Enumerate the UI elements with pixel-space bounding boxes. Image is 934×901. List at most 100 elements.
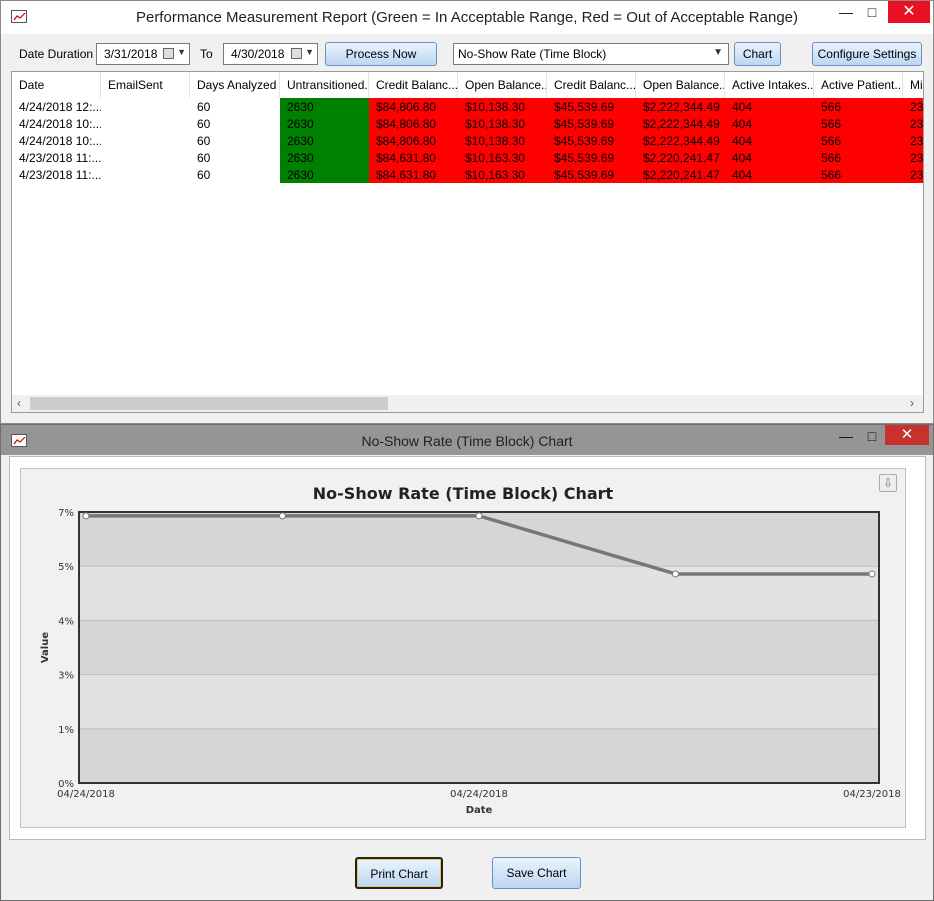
table-cell: $2,220,241.47 (636, 166, 725, 183)
date-duration-label: Date Duration (19, 47, 94, 61)
table-cell: $45,539.69 (547, 115, 636, 132)
close-icon[interactable]: ✕ (888, 1, 930, 23)
save-chart-button[interactable]: Save Chart (492, 857, 581, 889)
column-header[interactable]: Date (12, 72, 101, 98)
calendar-icon[interactable] (163, 48, 174, 59)
table-row[interactable]: 4/23/2018 11:... 60 2630 $84,631.80 $10,163.… (12, 149, 923, 166)
scrollbar-thumb[interactable] (30, 397, 388, 410)
table-cell: 2630 (280, 149, 369, 166)
table-cell: 60 (197, 100, 211, 114)
calendar-icon[interactable] (291, 48, 302, 59)
from-date-value: 3/31/2018 (104, 47, 158, 61)
configure-settings-button[interactable]: Configure Settings (812, 42, 922, 66)
table-row[interactable]: 4/24/2018 12:... 60 2630 $84,806.80 $10,138.… (12, 98, 923, 115)
table-cell: $45,539.69 (547, 98, 636, 115)
report-toolbar: Date Duration 3/31/2018 ▼ To 4/30/2018 ▼… (1, 42, 934, 68)
table-cell: $2,220,241.47 (636, 149, 725, 166)
table-cell: $10,163.30 (458, 166, 547, 183)
from-date-picker[interactable]: 3/31/2018 ▼ (96, 43, 190, 65)
chart-button[interactable]: Chart (734, 42, 781, 66)
column-header[interactable]: Mi (903, 72, 923, 98)
chart-window-title: No-Show Rate (Time Block) Chart (361, 433, 573, 449)
maximize-icon[interactable]: □ (857, 1, 887, 23)
y-tick-label: 5% (58, 562, 74, 573)
x-tick-label: 04/23/2018 (843, 789, 901, 800)
table-cell: 4/23/2018 11:... (19, 168, 101, 182)
table-cell: 404 (725, 98, 814, 115)
table-cell: $10,138.30 (458, 115, 547, 132)
to-label: To (200, 47, 213, 61)
scroll-right-icon[interactable]: › (910, 396, 914, 410)
table-cell: 404 (725, 115, 814, 132)
table-cell: 2630 (280, 115, 369, 132)
table-cell: 2630 (280, 98, 369, 115)
table-cell: 23 (903, 132, 923, 149)
y-axis-label: Value (40, 632, 51, 663)
table-cell: 404 (725, 149, 814, 166)
table-cell (101, 98, 190, 115)
report-grid[interactable]: Date EmailSent Days Analyzed Untransitioned… (11, 71, 924, 413)
column-header[interactable]: Open Balance... (458, 72, 547, 98)
column-header[interactable]: EmailSent (101, 72, 190, 98)
column-header[interactable]: Days Analyzed (190, 72, 280, 98)
y-tick-label: 1% (58, 725, 74, 736)
table-cell: 566 (814, 132, 903, 149)
table-cell: $84,806.80 (369, 115, 458, 132)
column-header[interactable]: Credit Balanc... (369, 72, 458, 98)
table-cell: 23 (903, 98, 923, 115)
table-cell: $45,539.69 (547, 149, 636, 166)
table-cell (101, 115, 190, 132)
process-now-button[interactable]: Process Now (325, 42, 437, 66)
x-axis-label: Date (466, 805, 493, 816)
table-cell: $84,631.80 (369, 166, 458, 183)
line-chart: 0%1%3%4%5%7%04/24/2018 04/24/2018 04/23/20… (40, 508, 901, 816)
table-cell: 566 (814, 98, 903, 115)
table-cell: 60 (197, 117, 211, 131)
chevron-down-icon[interactable]: ▼ (305, 47, 314, 57)
column-header[interactable]: Active Patient... (814, 72, 903, 98)
x-tick-label: 04/24/2018 (57, 789, 115, 800)
grid-header-row: Date EmailSent Days Analyzed Untransitioned… (12, 72, 923, 98)
column-header[interactable]: Credit Balanc... (547, 72, 636, 98)
plot-band (79, 512, 879, 567)
chevron-down-icon[interactable]: ▼ (713, 47, 723, 58)
table-cell: 404 (725, 132, 814, 149)
column-header[interactable]: Active Intakes... (725, 72, 814, 98)
y-tick-label: 3% (58, 671, 74, 682)
close-icon[interactable]: ✕ (885, 425, 929, 445)
column-header[interactable]: Open Balance... (636, 72, 725, 98)
table-cell: 4/24/2018 10:... (19, 117, 101, 131)
table-cell: $45,539.69 (547, 132, 636, 149)
column-header[interactable]: Untransitioned... (280, 72, 369, 98)
chart-panel: ⇩ No-Show Rate (Time Block) Chart 0% 1% 3%… (20, 468, 906, 828)
table-cell: $84,806.80 (369, 98, 458, 115)
data-point (82, 512, 90, 520)
table-cell: $84,806.80 (369, 132, 458, 149)
table-row[interactable]: 4/24/2018 10:... 60 2630 $84,806.80 $10,138.… (12, 132, 923, 149)
report-window-title: Performance Measurement Report (Green = … (135, 9, 799, 26)
maximize-icon[interactable]: □ (857, 425, 887, 447)
table-cell: 23 (903, 115, 923, 132)
table-cell: 23 (903, 166, 923, 183)
table-cell (101, 149, 190, 166)
table-cell: $2,222,344.49 (636, 115, 725, 132)
table-cell: 566 (814, 149, 903, 166)
table-cell: 4/24/2018 10:... (19, 134, 101, 148)
chart-actions: Print Chart Save Chart (1, 845, 934, 895)
report-titlebar: Performance Measurement Report (Green = … (1, 1, 933, 34)
chevron-down-icon[interactable]: ▼ (177, 47, 186, 57)
table-cell: $2,222,344.49 (636, 132, 725, 149)
table-row[interactable]: 4/23/2018 11:... 60 2630 $84,631.80 $10,163.… (12, 166, 923, 183)
metric-select[interactable]: No-Show Rate (Time Block) ▼ (453, 43, 729, 65)
chart-frame: ⇩ No-Show Rate (Time Block) Chart 0% 1% 3%… (9, 456, 926, 840)
to-date-picker[interactable]: 4/30/2018 ▼ (223, 43, 318, 65)
table-cell: 2630 (280, 132, 369, 149)
to-date-value: 4/30/2018 (231, 47, 285, 61)
metric-select-value: No-Show Rate (Time Block) (458, 47, 607, 61)
table-cell (101, 132, 190, 149)
data-point (672, 570, 679, 578)
horizontal-scrollbar[interactable]: ‹ › (12, 395, 923, 412)
table-row[interactable]: 4/24/2018 10:... 60 2630 $84,806.80 $10,138.… (12, 115, 923, 132)
scroll-left-icon[interactable]: ‹ (17, 396, 21, 410)
print-chart-button[interactable]: Print Chart (355, 857, 443, 889)
